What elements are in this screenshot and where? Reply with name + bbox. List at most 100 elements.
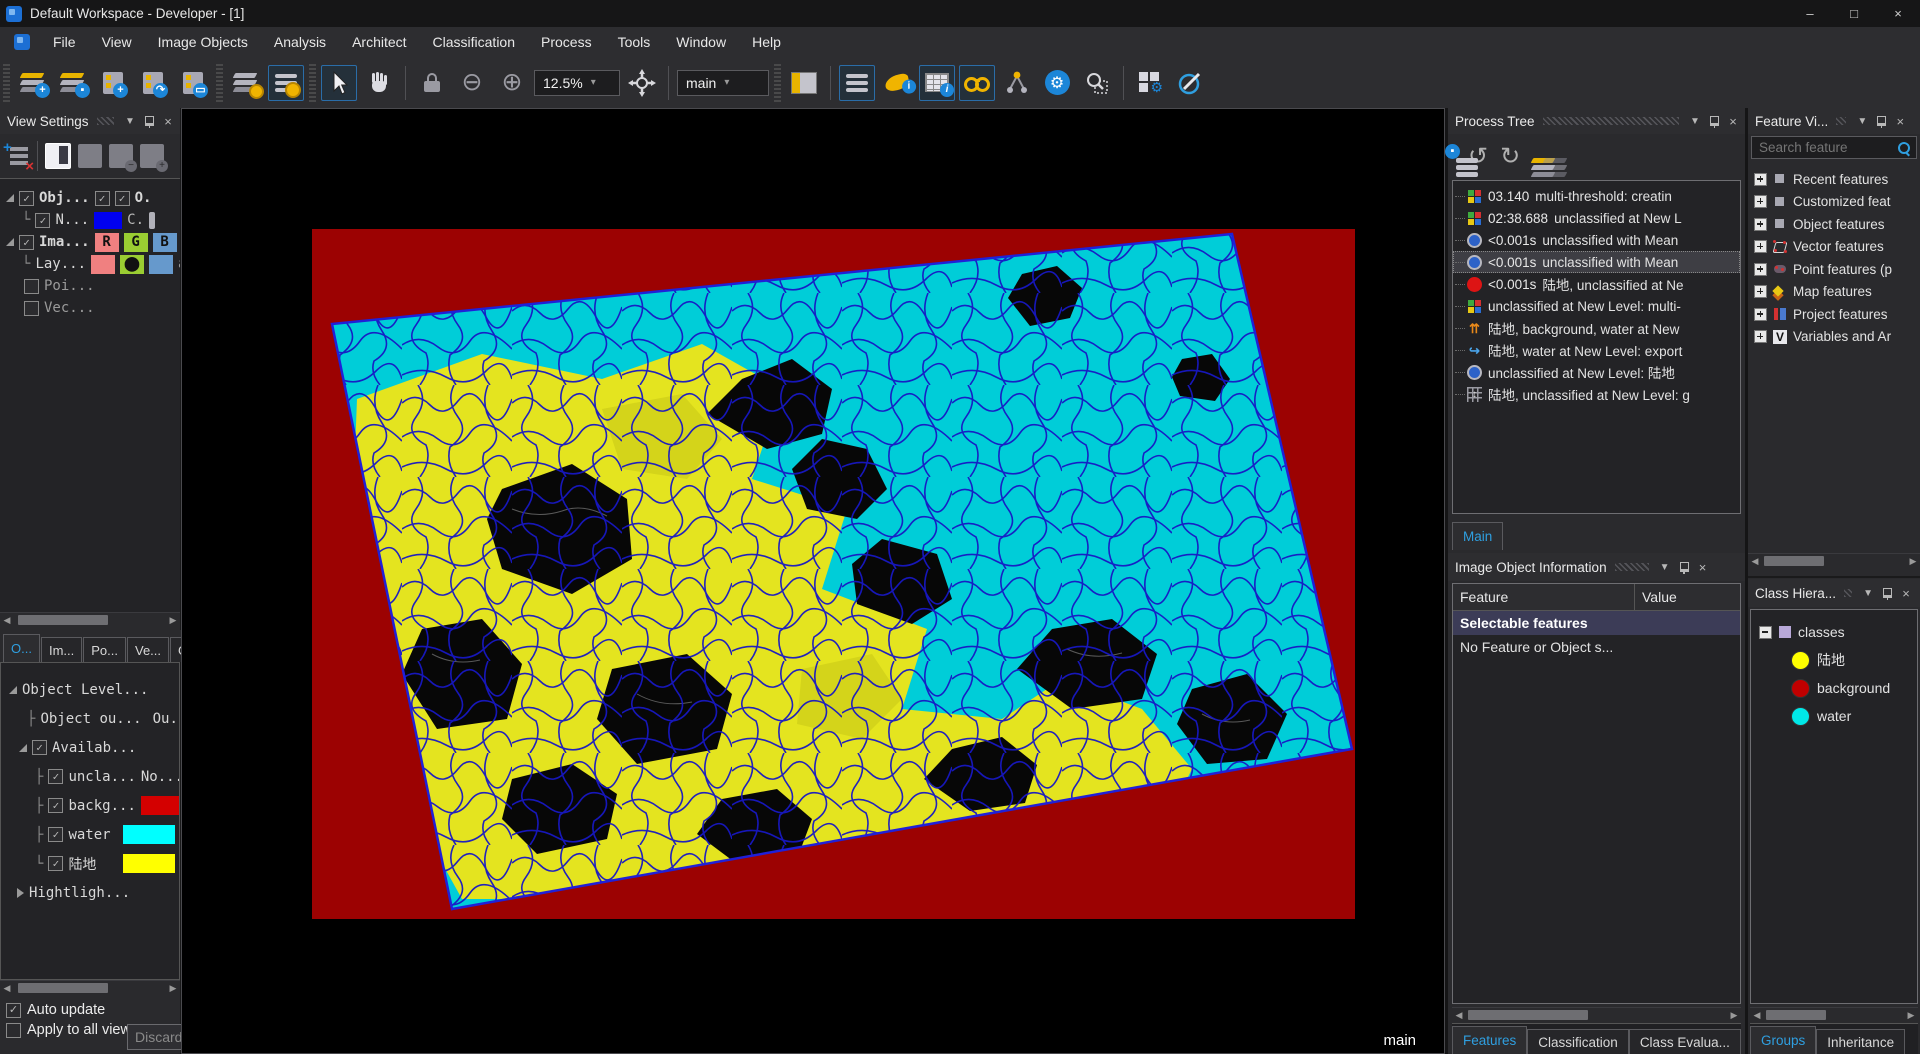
checkbox-checked[interactable]: ✓: [48, 856, 63, 871]
collapse-icon[interactable]: [1759, 626, 1772, 639]
feature-group-customized[interactable]: Customized feat: [1748, 191, 1920, 214]
search-input[interactable]: [1757, 139, 1897, 156]
checkbox-checked[interactable]: ✓: [6, 1003, 21, 1018]
outline-color-swatch[interactable]: [94, 212, 122, 229]
expand-icon[interactable]: [1754, 330, 1767, 343]
scroll-left-icon[interactable]: ◀: [1748, 556, 1762, 567]
red-channel-cell[interactable]: R: [95, 233, 119, 252]
image-object-info-button[interactable]: i: [879, 65, 915, 101]
panel-close-button[interactable]: ×: [160, 114, 176, 129]
checkbox-checked[interactable]: ✓: [32, 740, 47, 755]
feature-group-object[interactable]: Object features: [1748, 213, 1920, 236]
tree-row-land[interactable]: └ ✓ 陆地: [1, 849, 179, 878]
menu-tools[interactable]: Tools: [605, 27, 664, 57]
expand-icon[interactable]: [1754, 240, 1767, 253]
tab-points[interactable]: Po...: [83, 637, 126, 662]
tree-row-object-outline[interactable]: ├ Object ou... Ou...: [1, 704, 179, 733]
layer-green-cell[interactable]: ⬤: [120, 255, 144, 274]
menu-window[interactable]: Window: [663, 27, 739, 57]
feature-group-project[interactable]: Project features: [1748, 303, 1920, 326]
feature-group-variables[interactable]: VVariables and Ar: [1748, 326, 1920, 349]
toolbar-drag-handle[interactable]: [216, 64, 223, 102]
expander-open-icon[interactable]: [19, 744, 27, 752]
view-settings-toggle-button[interactable]: [839, 65, 875, 101]
menu-view[interactable]: View: [89, 27, 145, 57]
checkbox-unchecked[interactable]: ✓: [24, 301, 39, 316]
pin-icon[interactable]: [1882, 587, 1892, 600]
scroll-right-icon[interactable]: ▶: [166, 615, 180, 626]
toolbar-drag-handle[interactable]: [3, 64, 10, 102]
toolbar-drag-handle[interactable]: [309, 64, 316, 102]
menu-file[interactable]: File: [40, 27, 89, 57]
zoom-level-select[interactable]: 12.5% ▾: [534, 70, 620, 96]
class-row-background[interactable]: background: [1751, 674, 1917, 702]
layer-view-button[interactable]: [45, 143, 71, 169]
panel-menu-button[interactable]: ▼: [1860, 588, 1876, 599]
expander-open-icon[interactable]: [6, 194, 14, 202]
expander-open-icon[interactable]: [9, 686, 17, 694]
panel-drag-handle[interactable]: [1543, 117, 1679, 125]
panel-menu-button[interactable]: ▼: [1854, 116, 1870, 127]
tree-row-object-level[interactable]: Object Level...: [1, 675, 179, 704]
close-button[interactable]: ×: [1876, 0, 1920, 27]
column-value[interactable]: Value: [1635, 584, 1740, 610]
tab-inheritance[interactable]: Inheritance: [1816, 1029, 1905, 1054]
scroll-left-icon[interactable]: ◀: [1452, 1010, 1466, 1021]
layer-red-cell[interactable]: [91, 255, 115, 274]
redo-button[interactable]: ↻: [1500, 145, 1520, 169]
minimize-button[interactable]: –: [1788, 0, 1832, 27]
navigate-move-button[interactable]: [624, 65, 660, 101]
panel-close-button[interactable]: ×: [1892, 114, 1908, 129]
classes-root-row[interactable]: classes: [1751, 610, 1917, 646]
horizontal-scrollbar[interactable]: ◀ ▶: [1748, 553, 1920, 568]
pin-icon[interactable]: [1709, 115, 1719, 128]
scroll-right-icon[interactable]: ▶: [1906, 556, 1920, 567]
zoom-in-button[interactable]: ⊕: [494, 65, 530, 101]
expand-icon[interactable]: [1754, 285, 1767, 298]
process-item-selected[interactable]: <0.001sunclassified with Mean: [1453, 251, 1740, 273]
tab-main-ruleset[interactable]: Main: [1452, 522, 1503, 550]
tree-row-image-data[interactable]: ✓ Ima... R G B Ra: [0, 231, 180, 253]
panel-menu-button[interactable]: ▼: [1687, 116, 1703, 127]
horizontal-scrollbar[interactable]: ◀ ▶: [1750, 1007, 1918, 1022]
scroll-left-icon[interactable]: ◀: [0, 983, 14, 994]
panel-close-button[interactable]: ×: [1898, 586, 1914, 601]
panel-drag-handle[interactable]: [1836, 117, 1846, 125]
class-row-land[interactable]: 陆地: [1751, 646, 1917, 674]
tree-row-available[interactable]: ✓ Availab...: [1, 733, 179, 762]
panel-drag-handle[interactable]: [1844, 589, 1852, 597]
tab-features[interactable]: Features: [1452, 1026, 1527, 1054]
tab-object-levels[interactable]: O...: [3, 634, 40, 662]
select-cursor-button[interactable]: [321, 65, 357, 101]
transparency-slider-icon[interactable]: [149, 212, 155, 229]
table-row-selectable-features[interactable]: Selectable features: [1453, 611, 1740, 635]
scroll-left-icon[interactable]: ◀: [1750, 1010, 1764, 1021]
checkbox-checked[interactable]: ✓: [35, 213, 50, 228]
expander-open-icon[interactable]: [6, 238, 14, 246]
ruleset-editor-button[interactable]: [1172, 65, 1208, 101]
pin-icon[interactable]: [1679, 561, 1689, 574]
import-scene-button[interactable]: ↷: [135, 65, 171, 101]
checkbox-checked[interactable]: ✓: [48, 798, 63, 813]
tab-image-layers[interactable]: Im...: [41, 637, 82, 662]
panel-close-button[interactable]: ×: [1725, 114, 1741, 129]
feature-search-box[interactable]: [1751, 136, 1917, 159]
process-tree-toggle-button[interactable]: [268, 65, 304, 101]
process-item[interactable]: <0.001s陆地, unclassified at Ne: [1453, 273, 1740, 295]
object-mean-view-button[interactable]: −: [109, 144, 133, 168]
tree-row-points[interactable]: ✓ Poi...: [0, 275, 180, 297]
feature-group-recent[interactable]: Recent features: [1748, 168, 1920, 191]
checkbox-checked[interactable]: ✓: [48, 827, 63, 842]
column-feature[interactable]: Feature: [1453, 584, 1635, 610]
tab-vectors[interactable]: Ve...: [127, 637, 169, 662]
undo-button[interactable]: ↺: [1468, 145, 1488, 169]
find-region-button[interactable]: [1079, 65, 1115, 101]
menu-process[interactable]: Process: [528, 27, 605, 57]
class-row-water[interactable]: water: [1751, 702, 1917, 730]
scroll-left-icon[interactable]: ◀: [0, 615, 14, 626]
tree-row-water[interactable]: ├ ✓ water: [1, 820, 179, 849]
layer-blue-cell[interactable]: [149, 255, 173, 274]
auto-update-checkbox[interactable]: ✓ Auto update: [0, 998, 180, 1018]
feature-group-point[interactable]: Point features (p: [1748, 258, 1920, 281]
zoom-out-button[interactable]: ⊖: [454, 65, 490, 101]
